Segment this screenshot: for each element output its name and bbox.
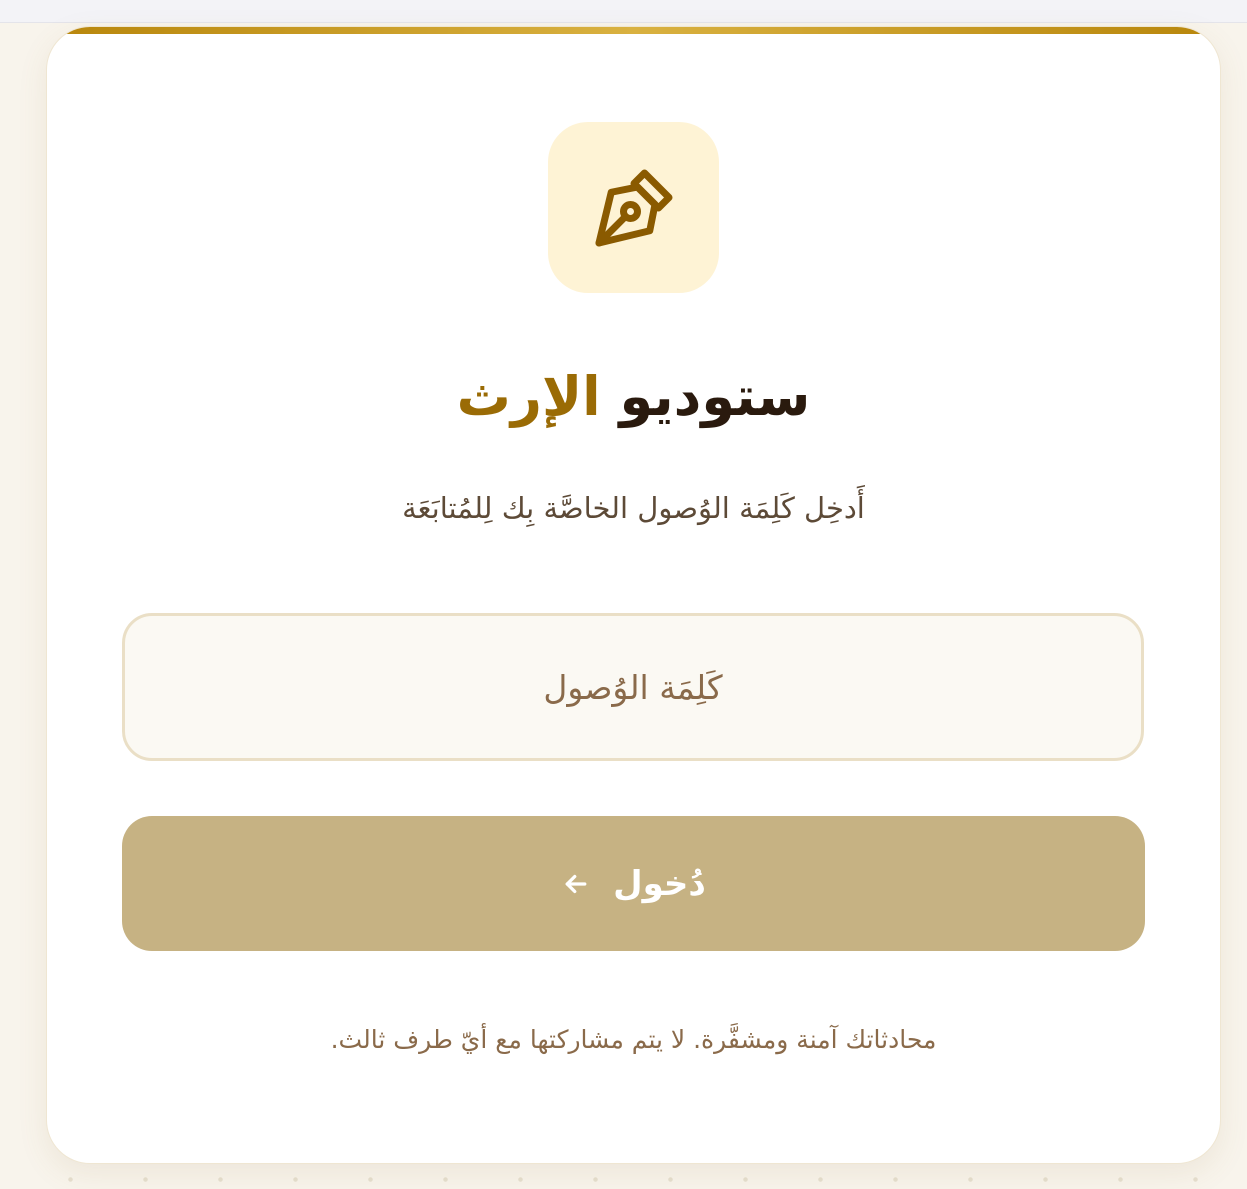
background-dot-pattern — [0, 1170, 1247, 1189]
pen-nib-icon — [595, 169, 672, 246]
login-card: ستوديو الإرث أَدخِل كَلِمَة الوُصول الخا… — [46, 26, 1221, 1164]
card-accent-bar — [47, 27, 1220, 34]
logo-badge — [548, 122, 719, 293]
login-subtitle: أَدخِل كَلِمَة الوُصول الخاصَّة بِك لِلم… — [402, 491, 865, 525]
login-button-label: دُخول — [613, 863, 706, 904]
app-title-accent: الإرث — [456, 365, 601, 428]
app-title: ستوديو الإرث — [47, 357, 1220, 437]
arrow-left-icon — [561, 869, 591, 899]
browser-top-bar — [0, 0, 1247, 23]
app-title-main: ستوديو — [619, 365, 811, 428]
login-button[interactable]: دُخول — [122, 816, 1145, 951]
password-input[interactable] — [122, 613, 1144, 761]
privacy-note: محادثاتك آمنة ومشفَّرة. لا يتم مشاركتها … — [330, 1025, 937, 1054]
